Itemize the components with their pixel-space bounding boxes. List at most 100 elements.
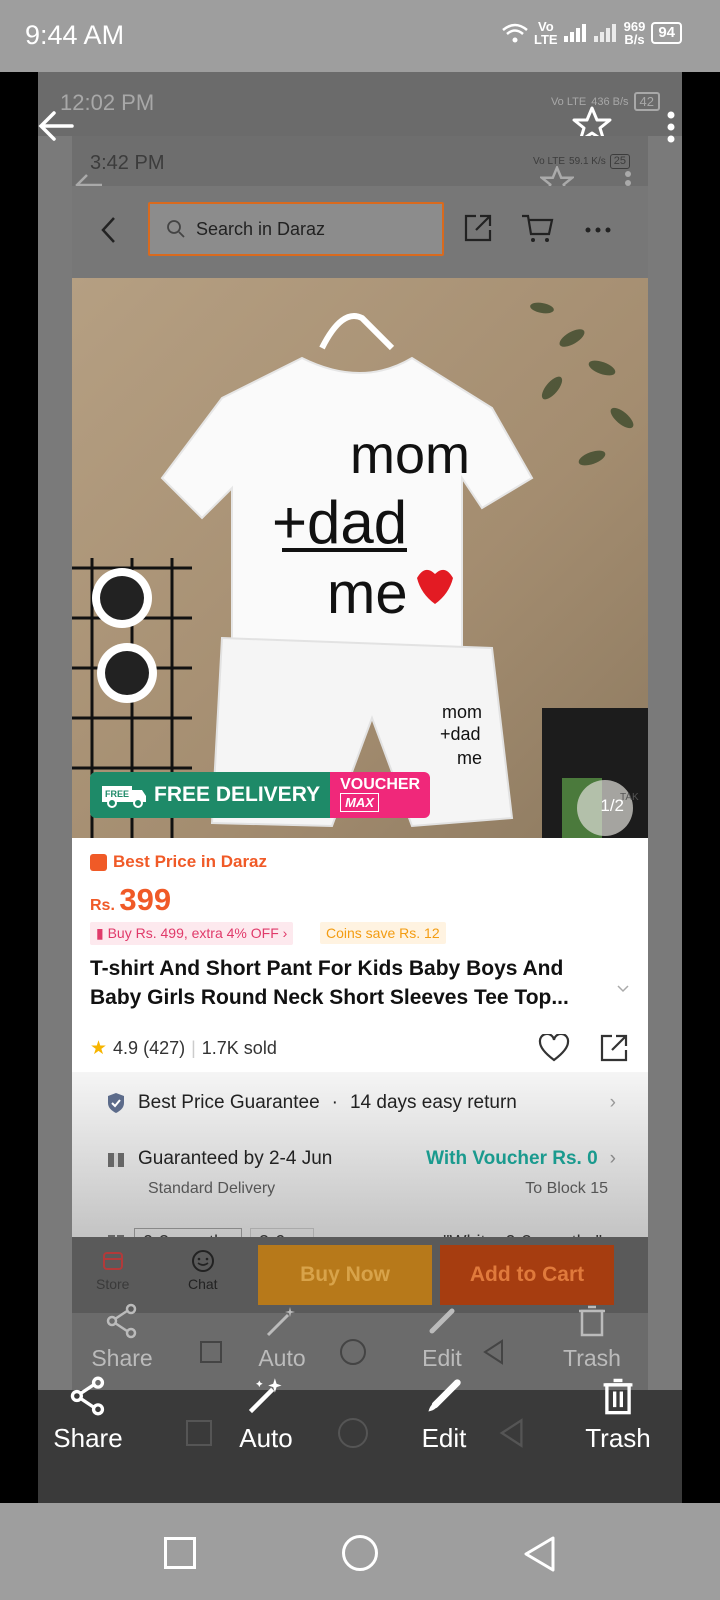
return-text: 14 days easy return [349, 1092, 517, 1113]
shirt-text-mom: mom [350, 425, 470, 485]
price-currency: Rs. [90, 897, 115, 914]
layer2-magic-wand-icon [266, 1307, 295, 1337]
system-nav-bar [0, 1503, 720, 1600]
layer2-battery-icon: 42 [633, 92, 660, 111]
search-icon [167, 220, 185, 238]
layer2-auto-label: Auto [258, 1345, 306, 1371]
wishlist-heart-icon[interactable] [538, 1034, 570, 1062]
guarantee-text: Best Price Guarantee [138, 1092, 320, 1113]
add-to-cart-button[interactable]: Add to Cart [440, 1245, 614, 1305]
cart-icon[interactable] [520, 212, 554, 244]
free-mini-label: FREE [105, 789, 129, 799]
edit-label: Edit [421, 1423, 467, 1453]
layer2-home-nav-icon [340, 1339, 366, 1365]
auto-label: Auto [239, 1423, 293, 1453]
promo-buy-text: Buy Rs. 499, extra 4% OFF [107, 925, 279, 941]
auto-button[interactable]: Auto [226, 1376, 306, 1454]
daraz-header: Search in Daraz [72, 186, 648, 278]
layer2-back-nav-icon [483, 1339, 503, 1365]
voucher-max-badge: VOUCHER MAX [330, 772, 431, 818]
truck-icon: FREE [102, 786, 146, 808]
chat-button[interactable]: Chat [188, 1249, 218, 1292]
store-button[interactable]: Store [96, 1249, 129, 1292]
layer2-time: 12:02 PM [60, 90, 155, 115]
layer2-trash-icon [579, 1305, 605, 1337]
product-image[interactable]: mom +dad me mom +dad me TAK FREE FREE DE… [72, 278, 648, 838]
delivery-detail-row: Standard Delivery To Block 15 [148, 1180, 608, 1198]
buy-now-button[interactable]: Buy Now [258, 1245, 432, 1305]
best-price-label: Best Price in Daraz [90, 852, 267, 872]
faded-recents-icon [186, 1420, 212, 1446]
faded-back-icon [499, 1418, 523, 1448]
layer3-status-bar: 3:42 PM Vo LTE 59.1 K/s 25 [72, 136, 648, 198]
rating-row: ★ 4.9 (427) | 1.7K sold [90, 1032, 630, 1064]
chevron-right-icon: › [609, 1092, 616, 1113]
voucher-label: VOUCHER [340, 776, 421, 793]
chat-icon [191, 1250, 214, 1272]
max-label: MAX [340, 793, 379, 812]
delivery-text: Guaranteed by 2-4 Jun [138, 1148, 333, 1169]
tag-icon [90, 853, 107, 871]
more-horizontal-icon[interactable] [584, 226, 612, 234]
back-arrow-icon[interactable] [38, 110, 74, 142]
share-label: Share [53, 1423, 123, 1453]
daraz-back-icon[interactable] [100, 216, 116, 244]
gallery-toolbar: Share Auto Edit Trash [38, 1376, 682, 1503]
chat-label: Chat [188, 1276, 218, 1292]
back-nav-icon[interactable] [522, 1535, 556, 1573]
outer-status-bar: 9:44 AM Vo LTE 969 B/s 94 [0, 0, 720, 72]
faded-home-icon [338, 1418, 368, 1448]
layer2-edit: Edit [402, 1303, 482, 1372]
layer2-trash: Trash [552, 1303, 632, 1372]
image-counter: 1/2 [600, 796, 624, 815]
product-action-bar: Store Chat Buy Now Add to Cart [72, 1237, 648, 1313]
status-icons: Vo LTE 969 B/s 94 [502, 20, 682, 46]
signal-icon [563, 24, 588, 42]
share-button[interactable]: Share [48, 1376, 128, 1454]
product-title[interactable]: T-shirt And Short Pant For Kids Baby Boy… [90, 954, 610, 1012]
shirt-text-me: me [327, 561, 408, 626]
layer3-battery-icon: 25 [609, 154, 630, 169]
trash-button[interactable]: Trash [578, 1376, 658, 1454]
status-time: 9:44 AM [25, 20, 125, 50]
trash-icon [603, 1378, 633, 1415]
layer2-share-label: Share [91, 1345, 153, 1371]
promo-buy-badge[interactable]: ▮ Buy Rs. 499, extra 4% OFF › [90, 922, 294, 945]
package-icon [108, 1153, 124, 1167]
more-vertical-icon[interactable] [666, 110, 676, 144]
shorts-text-me: me [457, 748, 482, 768]
delivery-type: Standard Delivery [148, 1180, 276, 1197]
layer2-recents-nav-icon [200, 1341, 222, 1363]
net-type-bottom: LTE [534, 32, 558, 47]
home-nav-icon[interactable] [342, 1535, 378, 1571]
free-delivery-label: FREE DELIVERY [154, 783, 321, 806]
recents-nav-icon[interactable] [164, 1537, 196, 1569]
free-delivery-badge: FREE FREE DELIVERY [90, 772, 331, 818]
coins-badge[interactable]: Coins save Rs. 12 [320, 922, 446, 944]
edit-button[interactable]: Edit [404, 1376, 484, 1454]
shield-icon [108, 1093, 124, 1113]
guarantee-row[interactable]: Best Price Guarantee · 14 days easy retu… [106, 1092, 616, 1114]
layer3-speed: 59.1 K/s [569, 156, 606, 167]
layer2-brush-icon [429, 1308, 455, 1334]
price: Rs. 399 [90, 882, 171, 918]
wifi-icon [502, 23, 528, 43]
screenshot-layer-3: 3:42 PM Vo LTE 59.1 K/s 25 Search in Dar… [72, 136, 648, 1503]
share-icon[interactable] [462, 212, 494, 244]
search-input[interactable]: Search in Daraz [148, 202, 444, 256]
delivery-row[interactable]: Guaranteed by 2-4 Jun With Voucher Rs. 0… [106, 1148, 616, 1170]
share-product-icon[interactable] [598, 1032, 630, 1064]
rating-value[interactable]: 4.9 (427) [113, 1038, 185, 1059]
delivery-destination: To Block 15 [525, 1180, 608, 1197]
delivery-badge: FREE FREE DELIVERY VOUCHER MAX [90, 772, 431, 818]
trash-label: Trash [585, 1423, 651, 1453]
sold-count: 1.7K sold [201, 1037, 277, 1058]
star-rating-icon: ★ [90, 1037, 108, 1059]
chevron-down-icon[interactable] [616, 984, 630, 994]
search-placeholder: Search in Daraz [196, 218, 326, 239]
speed-unit: B/s [624, 32, 645, 47]
store-icon [102, 1252, 123, 1270]
layer2-share-icon [106, 1303, 137, 1339]
magic-wand-icon [248, 1378, 282, 1414]
shorts-text-dad: +dad [440, 724, 481, 744]
